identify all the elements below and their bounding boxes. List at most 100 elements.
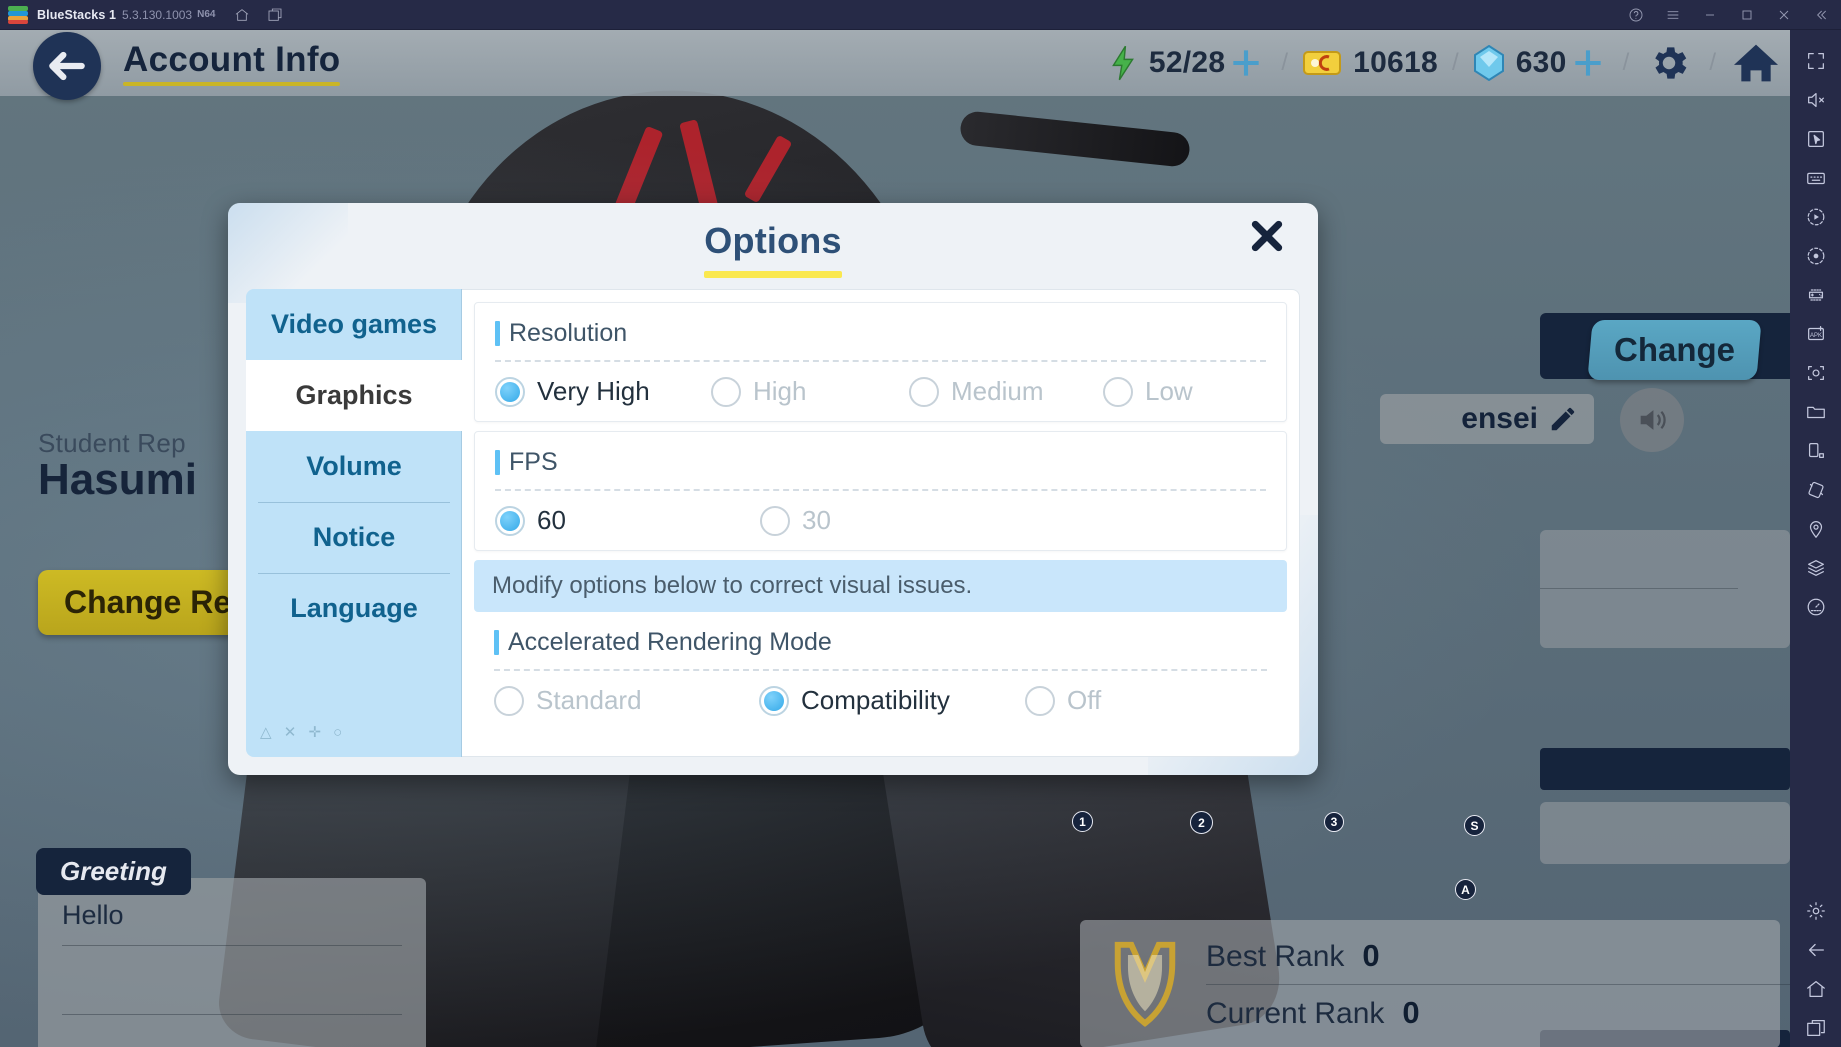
gamepad-icon[interactable] xyxy=(1797,276,1835,314)
dialog-content: Resolution Very High High Medium Low FPS… xyxy=(462,289,1300,757)
tab-language[interactable]: Language xyxy=(246,573,462,644)
performance-icon[interactable] xyxy=(1797,588,1835,626)
radio-label: 30 xyxy=(802,505,831,535)
radio-resolution-high[interactable]: High xyxy=(711,376,909,407)
greeting-text: Hello xyxy=(62,900,124,930)
multi-instance-icon[interactable] xyxy=(1797,549,1835,587)
radio-resolution-medium[interactable]: Medium xyxy=(909,376,1103,407)
window-app-name: BlueStacks 1 xyxy=(37,7,117,22)
collapse-icon[interactable] xyxy=(1812,6,1829,23)
visual-issues-banner: Modify options below to correct visual i… xyxy=(474,560,1287,612)
hotkey-marker[interactable]: 3 xyxy=(1324,812,1344,832)
hotkey-marker[interactable]: 2 xyxy=(1190,811,1213,834)
macro-play-icon[interactable] xyxy=(1797,198,1835,236)
section-accelerated-divider xyxy=(494,669,1267,671)
tab-notice[interactable]: Notice xyxy=(246,502,462,573)
multi-window-icon[interactable] xyxy=(266,6,283,23)
options-dialog: Options Video games Graphics Volume Noti… xyxy=(228,203,1318,775)
section-marker-icon xyxy=(494,630,499,655)
section-fps-header: FPS xyxy=(495,448,1266,477)
radio-fps-60[interactable]: 60 xyxy=(495,505,760,536)
game-header-bar: Account Info 52/28 / 10618 / 630 / / xyxy=(0,30,1790,100)
menu-icon[interactable] xyxy=(1664,6,1681,23)
credits-value: 10618 xyxy=(1353,46,1439,79)
rotate-device-icon[interactable] xyxy=(1797,432,1835,470)
window-version: 5.3.130.1003 xyxy=(122,7,193,22)
bg-bar-1 xyxy=(1540,748,1790,790)
tab-volume[interactable]: Volume xyxy=(246,431,462,502)
radio-resolution-very-high[interactable]: Very High xyxy=(495,376,711,407)
mute-icon[interactable] xyxy=(1797,81,1835,119)
radio-fps-30[interactable]: 30 xyxy=(760,505,831,536)
tab-video-games[interactable]: Video games xyxy=(246,289,462,360)
gems-add-button[interactable] xyxy=(1567,42,1609,84)
greeting-divider-2 xyxy=(62,1014,402,1015)
resolution-radio-group: Very High High Medium Low xyxy=(495,376,1266,407)
hotkey-marker[interactable]: S xyxy=(1464,815,1485,836)
speaker-icon xyxy=(1640,410,1666,430)
ap-value: 52/28 xyxy=(1148,46,1226,79)
cursor-icon[interactable] xyxy=(1797,120,1835,158)
home-icon[interactable] xyxy=(233,6,250,23)
currency-separator-2: / xyxy=(1452,49,1459,76)
rank-rows: Best Rank 0 Current Rank 0 xyxy=(1206,938,1790,1031)
greeting-box[interactable]: Hello xyxy=(38,878,426,1047)
gems-value: 630 xyxy=(1515,46,1567,79)
record-icon[interactable] xyxy=(1797,237,1835,275)
back-button[interactable] xyxy=(33,32,101,100)
pencil-icon xyxy=(1551,407,1575,431)
tilt-icon[interactable] xyxy=(1797,471,1835,509)
radio-accelerated-standard[interactable]: Standard xyxy=(494,685,759,716)
section-resolution: Resolution Very High High Medium Low xyxy=(474,302,1287,422)
screenshot-icon[interactable] xyxy=(1797,354,1835,392)
tab-graphics[interactable]: Graphics xyxy=(246,360,462,431)
radio-dot-icon xyxy=(1025,685,1055,716)
radio-dot-icon xyxy=(759,685,789,716)
ap-add-button[interactable] xyxy=(1225,42,1267,84)
radio-dot-icon xyxy=(711,376,741,407)
hotkey-marker[interactable]: 1 xyxy=(1072,811,1093,832)
section-fps-title: FPS xyxy=(509,448,558,476)
home-icon[interactable] xyxy=(1797,970,1835,1008)
svg-text:APK: APK xyxy=(1810,333,1822,339)
change-button[interactable]: Change xyxy=(1587,320,1762,380)
game-viewport: Student Rep Hasumi Change Rep Greeting H… xyxy=(0,30,1790,1047)
radio-accelerated-off[interactable]: Off xyxy=(1025,685,1101,716)
dialog-header: Options xyxy=(228,203,1318,279)
radio-resolution-low[interactable]: Low xyxy=(1103,376,1193,407)
help-icon[interactable] xyxy=(1627,6,1644,23)
page-title-wrap: Account Info xyxy=(123,40,341,86)
dialog-title: Options xyxy=(704,220,842,261)
dialog-tab-list: Video games Graphics Volume Notice Langu… xyxy=(246,289,462,757)
currency-separator-1: / xyxy=(1281,49,1289,76)
home-button[interactable] xyxy=(1730,37,1782,89)
hotkey-marker[interactable]: A xyxy=(1455,879,1476,900)
recents-icon[interactable] xyxy=(1797,1009,1835,1047)
install-apk-icon[interactable]: APK xyxy=(1797,315,1835,353)
fullscreen-icon[interactable] xyxy=(1797,42,1835,80)
section-accelerated-title: Accelerated Rendering Mode xyxy=(508,628,832,656)
maximize-icon[interactable] xyxy=(1738,6,1755,23)
media-folder-icon[interactable] xyxy=(1797,393,1835,431)
location-icon[interactable] xyxy=(1797,510,1835,548)
gems-counter: 630 xyxy=(1473,44,1567,82)
minimize-icon[interactable] xyxy=(1701,6,1718,23)
keyboard-icon[interactable] xyxy=(1797,159,1835,197)
student-rep-name: Hasumi xyxy=(38,455,197,504)
dialog-close-button[interactable] xyxy=(1240,209,1294,263)
settings-button[interactable] xyxy=(1643,37,1695,89)
bg-panel-2 xyxy=(1540,802,1790,864)
speaker-button[interactable] xyxy=(1620,388,1684,452)
radio-label: 60 xyxy=(537,505,566,535)
tabs-footer-glyphs: △ ✕ ✛ ○ xyxy=(260,724,347,741)
section-resolution-divider xyxy=(495,360,1266,362)
radio-label: Off xyxy=(1067,685,1102,715)
radio-accelerated-compatibility[interactable]: Compatibility xyxy=(759,685,1025,716)
greeting-badge: Greeting xyxy=(36,848,191,895)
close-icon[interactable] xyxy=(1775,6,1792,23)
back-icon[interactable] xyxy=(1797,931,1835,969)
section-accelerated-header: Accelerated Rendering Mode xyxy=(494,628,1267,657)
change-button-label: Change xyxy=(1614,331,1736,368)
sensei-name-field[interactable]: ensei xyxy=(1380,394,1594,444)
gear-icon[interactable] xyxy=(1797,892,1835,930)
